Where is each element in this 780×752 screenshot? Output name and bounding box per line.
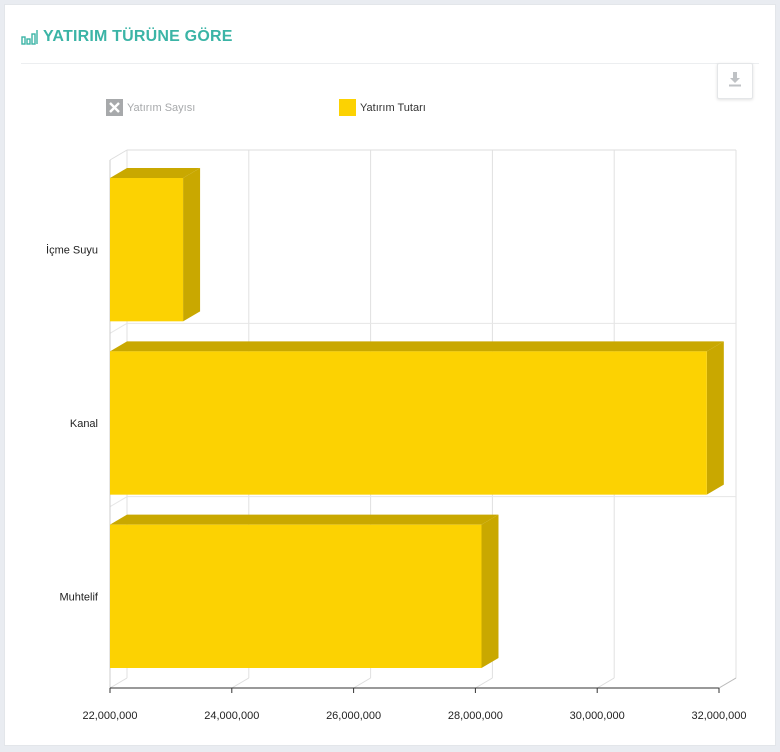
chart-bars <box>110 168 724 668</box>
y-tick-label: Kanal <box>70 418 98 430</box>
grid-line <box>109 496 128 508</box>
bar <box>110 524 482 668</box>
bar-side <box>183 168 201 322</box>
x-tick-label: 24,000,000 <box>204 710 259 722</box>
x-tick-label: 22,000,000 <box>82 710 137 722</box>
bar-side <box>706 341 724 495</box>
bar <box>110 351 707 495</box>
grid-line <box>231 677 250 689</box>
grid-line <box>109 149 128 161</box>
grid-line <box>353 677 371 689</box>
x-tick-label: 28,000,000 <box>448 710 503 722</box>
grid-line <box>718 677 737 689</box>
y-tick-label: İçme Suyu <box>46 244 98 257</box>
y-tick-label: Muhtelif <box>59 591 98 603</box>
bar-top <box>110 341 724 352</box>
x-tick-label: 30,000,000 <box>570 710 625 722</box>
grid-line <box>596 677 615 689</box>
grid-line <box>109 677 128 689</box>
bar-side <box>481 514 499 668</box>
y-axis-labels: İçme Suyu Kanal Muhtelif <box>46 244 99 604</box>
grid-line <box>475 677 493 689</box>
x-axis: 22,000,000 24,000,000 26,000,000 28,000,000… <box>82 677 747 722</box>
x-tick-label: 32,000,000 <box>691 710 746 722</box>
bar-top <box>110 514 499 525</box>
bar-chart: İçme Suyu Kanal Muhtelif 22,000,000 24,000,… <box>46 149 747 722</box>
grid-line <box>109 322 128 334</box>
x-tick-label: 26,000,000 <box>326 710 381 722</box>
bar <box>110 178 184 322</box>
